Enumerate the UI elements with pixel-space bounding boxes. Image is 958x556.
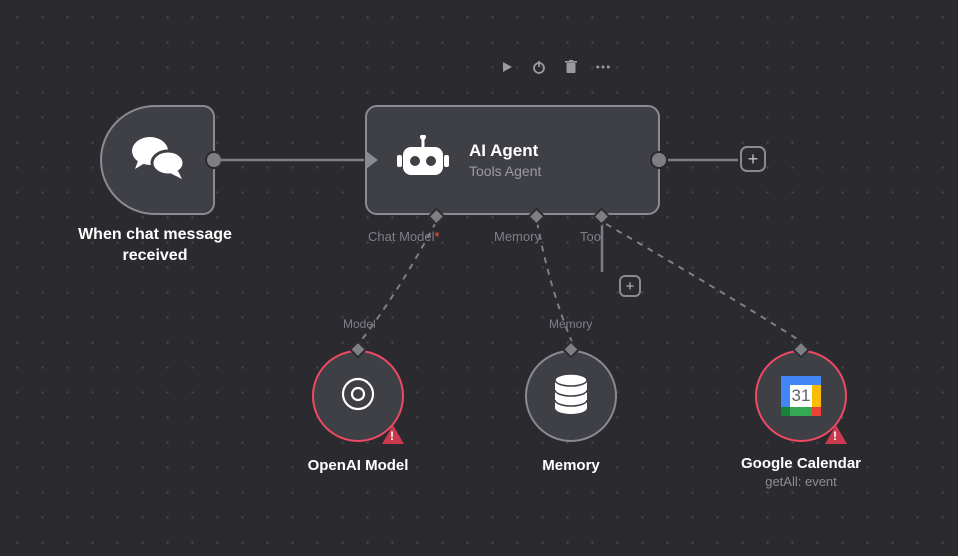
agent-subtitle: Tools Agent bbox=[469, 163, 541, 179]
google-calendar-node[interactable]: 31 bbox=[755, 350, 847, 442]
agent-title: AI Agent bbox=[469, 141, 541, 161]
trash-icon[interactable] bbox=[564, 60, 578, 74]
gcal-sublabel: getAll: event bbox=[721, 474, 881, 489]
calendar-day: 31 bbox=[792, 386, 811, 406]
openai-input-port[interactable] bbox=[349, 340, 367, 358]
database-icon bbox=[552, 373, 590, 420]
openai-port-label: Model bbox=[343, 317, 376, 331]
gcal-input-port[interactable] bbox=[792, 340, 810, 358]
gcal-label: Google Calendar getAll: event bbox=[721, 455, 881, 489]
memory-node[interactable] bbox=[525, 350, 617, 442]
error-badge-icon bbox=[382, 425, 404, 444]
google-calendar-icon: 31 bbox=[781, 376, 821, 416]
ai-agent-node[interactable]: AI Agent Tools Agent bbox=[365, 105, 660, 215]
more-icon[interactable] bbox=[596, 60, 610, 74]
openai-model-node[interactable] bbox=[312, 350, 404, 442]
trigger-node[interactable] bbox=[100, 105, 215, 215]
agent-output-port[interactable] bbox=[650, 151, 668, 169]
port-label-chat-model: Chat Model* bbox=[368, 229, 440, 244]
memory-port-label: Memory bbox=[549, 317, 592, 331]
workflow-canvas[interactable]: When chat message received AI Agent Tool… bbox=[0, 0, 958, 556]
openai-icon bbox=[338, 374, 378, 419]
agent-input-port[interactable] bbox=[366, 151, 378, 169]
memory-label: Memory bbox=[491, 457, 651, 474]
memory-input-port[interactable] bbox=[562, 340, 580, 358]
openai-label: OpenAI Model bbox=[278, 457, 438, 474]
node-toolbar bbox=[500, 60, 610, 74]
robot-icon bbox=[397, 135, 449, 186]
port-label-tool: Tool bbox=[580, 229, 604, 244]
chat-bubbles-icon bbox=[130, 133, 186, 188]
trigger-output-port[interactable] bbox=[205, 151, 223, 169]
add-output-button[interactable]: + bbox=[740, 146, 766, 172]
power-icon[interactable] bbox=[532, 60, 546, 74]
add-tool-button[interactable]: + bbox=[619, 275, 641, 297]
port-label-memory: Memory bbox=[494, 229, 541, 244]
error-badge-icon bbox=[825, 425, 847, 444]
play-icon[interactable] bbox=[500, 60, 514, 74]
trigger-label: When chat message received bbox=[55, 225, 255, 267]
